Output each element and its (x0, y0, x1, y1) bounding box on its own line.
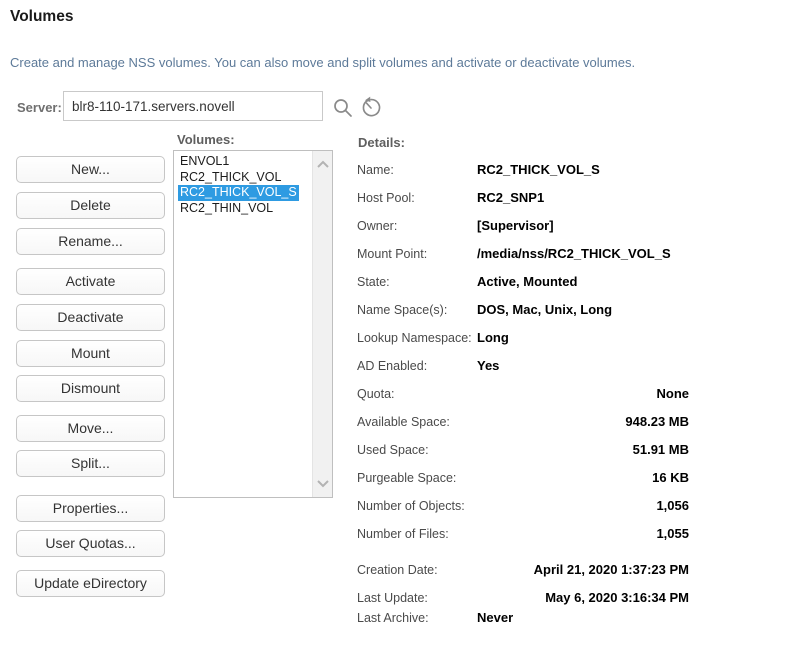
user-quotas-button[interactable]: User Quotas... (16, 530, 165, 557)
detail-value: Active, Mounted (477, 274, 689, 290)
detail-label: Last Update: (357, 590, 477, 606)
page-title: Volumes (10, 8, 73, 26)
detail-label: Number of Objects: (357, 498, 477, 514)
detail-row-purgeable-space: Purgeable Space: 16 KB (357, 470, 689, 498)
detail-label: Creation Date: (357, 562, 477, 578)
list-item[interactable]: ENVOL1 (178, 154, 231, 170)
split-button[interactable]: Split... (16, 450, 165, 477)
detail-value: RC2_THICK_VOL_S (477, 162, 689, 178)
details-panel: Name: RC2_THICK_VOL_S Host Pool: RC2_SNP… (357, 162, 689, 638)
detail-row-ad-enabled: AD Enabled: Yes (357, 358, 689, 386)
detail-value: 51.91 MB (477, 442, 689, 458)
detail-row-last-archive: Last Archive: Never (357, 610, 689, 638)
detail-label: AD Enabled: (357, 358, 477, 374)
scroll-down-icon[interactable] (317, 480, 329, 488)
detail-label: Used Space: (357, 442, 477, 458)
page-description: Create and manage NSS volumes. You can a… (10, 55, 635, 70)
detail-label: Number of Files: (357, 526, 477, 542)
detail-value: Never (477, 610, 689, 626)
detail-label: Host Pool: (357, 190, 477, 206)
update-edirectory-button[interactable]: Update eDirectory (16, 570, 165, 597)
rename-button[interactable]: Rename... (16, 228, 165, 255)
detail-label: Name: (357, 162, 477, 178)
detail-row-number-of-objects: Number of Objects: 1,056 (357, 498, 689, 526)
server-label: Server: (17, 100, 62, 115)
detail-label: Last Archive: (357, 610, 477, 626)
detail-label: Mount Point: (357, 246, 477, 262)
detail-label: Purgeable Space: (357, 470, 477, 486)
history-icon[interactable] (359, 96, 383, 120)
detail-value: 1,055 (477, 526, 689, 542)
detail-label: Quota: (357, 386, 477, 402)
move-button[interactable]: Move... (16, 415, 165, 442)
detail-row-number-of-files: Number of Files: 1,055 (357, 526, 689, 554)
detail-label: Lookup Namespace: (357, 330, 477, 346)
detail-value: None (477, 386, 689, 402)
volumes-list: ENVOL1 RC2_THICK_VOL RC2_THICK_VOL_S RC2… (178, 154, 311, 216)
detail-row-name-spaces: Name Space(s): DOS, Mac, Unix, Long (357, 302, 689, 330)
detail-value: 948.23 MB (477, 414, 689, 430)
dismount-button[interactable]: Dismount (16, 375, 165, 402)
detail-value: Long (477, 330, 689, 346)
new-button[interactable]: New... (16, 156, 165, 183)
detail-value: Yes (477, 358, 689, 374)
detail-label: Owner: (357, 218, 477, 234)
detail-value: 1,056 (477, 498, 689, 514)
search-icon[interactable] (331, 96, 355, 120)
detail-value: [Supervisor] (477, 218, 689, 234)
detail-row-host-pool: Host Pool: RC2_SNP1 (357, 190, 689, 218)
list-item[interactable]: RC2_THICK_VOL (178, 170, 283, 186)
detail-value: DOS, Mac, Unix, Long (477, 302, 689, 318)
activate-button[interactable]: Activate (16, 268, 165, 295)
detail-value: May 6, 2020 3:16:34 PM (477, 590, 689, 606)
detail-label: State: (357, 274, 477, 290)
deactivate-button[interactable]: Deactivate (16, 304, 165, 331)
volumes-page: Volumes Create and manage NSS volumes. Y… (0, 0, 807, 661)
detail-value: RC2_SNP1 (477, 190, 689, 206)
detail-value: 16 KB (477, 470, 689, 486)
detail-row-creation-date: Creation Date: April 21, 2020 1:37:23 PM (357, 562, 689, 590)
detail-label: Available Space: (357, 414, 477, 430)
detail-row-lookup-namespace: Lookup Namespace: Long (357, 330, 689, 358)
detail-row-available-space: Available Space: 948.23 MB (357, 414, 689, 442)
detail-row-owner: Owner: [Supervisor] (357, 218, 689, 246)
mount-button[interactable]: Mount (16, 340, 165, 367)
properties-button[interactable]: Properties... (16, 495, 165, 522)
detail-label: Name Space(s): (357, 302, 477, 318)
volumes-listbox[interactable]: ENVOL1 RC2_THICK_VOL RC2_THICK_VOL_S RC2… (173, 150, 333, 498)
scroll-up-icon[interactable] (317, 160, 329, 168)
detail-row-state: State: Active, Mounted (357, 274, 689, 302)
detail-row-used-space: Used Space: 51.91 MB (357, 442, 689, 470)
detail-row-quota: Quota: None (357, 386, 689, 414)
details-label: Details: (358, 135, 405, 150)
list-item-selected[interactable]: RC2_THICK_VOL_S (178, 185, 299, 201)
delete-button[interactable]: Delete (16, 192, 165, 219)
detail-value: /media/nss/RC2_THICK_VOL_S (477, 246, 689, 262)
detail-row-mount-point: Mount Point: /media/nss/RC2_THICK_VOL_S (357, 246, 689, 274)
listbox-scrollbar[interactable] (312, 151, 332, 497)
server-input[interactable] (63, 91, 323, 121)
detail-row-name: Name: RC2_THICK_VOL_S (357, 162, 689, 190)
volumes-list-label: Volumes: (177, 132, 235, 147)
list-item[interactable]: RC2_THIN_VOL (178, 201, 275, 217)
detail-value: April 21, 2020 1:37:23 PM (477, 562, 689, 578)
